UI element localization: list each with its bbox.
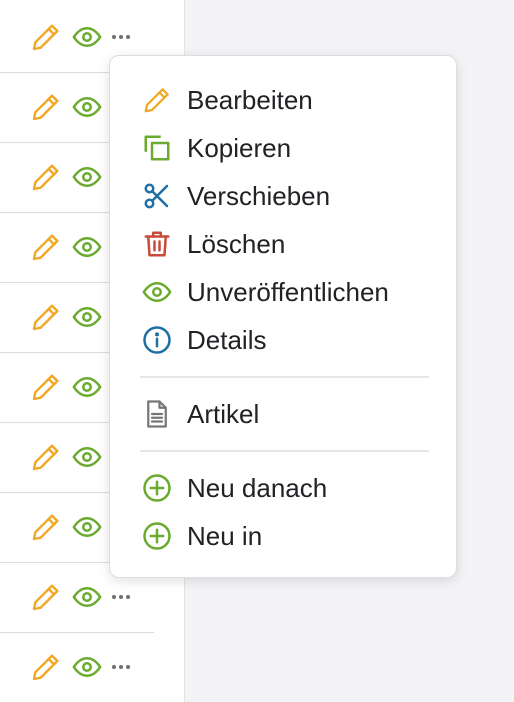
- menu-item-label: Neu danach: [187, 472, 328, 503]
- list-row: [0, 632, 154, 702]
- pencil-icon[interactable]: [30, 562, 62, 632]
- menu-item-label: Verschieben: [187, 180, 331, 211]
- pencil-icon[interactable]: [30, 212, 62, 282]
- eye-icon[interactable]: [72, 142, 102, 212]
- menu-item-copy[interactable]: Kopieren: [142, 126, 442, 170]
- eye-icon[interactable]: [72, 562, 102, 632]
- menu-item-label: Unveröffentlichen: [187, 276, 389, 307]
- pencil-icon[interactable]: [30, 352, 62, 422]
- menu-item-label: Neu in: [187, 520, 263, 551]
- pencil-icon[interactable]: [30, 142, 62, 212]
- eye-icon[interactable]: [72, 632, 102, 702]
- menu-item-delete[interactable]: Löschen: [142, 222, 442, 266]
- pencil-icon[interactable]: [30, 492, 62, 562]
- pencil-icon[interactable]: [30, 422, 62, 492]
- eye-icon[interactable]: [72, 2, 102, 72]
- copy-icon: [142, 133, 172, 163]
- eye-icon[interactable]: [72, 492, 102, 562]
- context-menu: Bearbeiten Kopieren Verschieben Löschen …: [109, 55, 457, 578]
- eye-icon[interactable]: [72, 352, 102, 422]
- eye-icon: [142, 277, 172, 307]
- eye-icon[interactable]: [72, 212, 102, 282]
- pencil-icon[interactable]: [30, 72, 62, 142]
- menu-item-new-in[interactable]: Neu in: [142, 514, 442, 558]
- menu-divider: [140, 376, 429, 378]
- scissors-icon: [142, 181, 172, 211]
- menu-item-edit[interactable]: Bearbeiten: [142, 78, 442, 122]
- menu-item-label: Artikel: [187, 398, 260, 429]
- menu-item-label: Bearbeiten: [187, 84, 313, 115]
- menu-item-new-after[interactable]: Neu danach: [142, 466, 442, 510]
- menu-item-move[interactable]: Verschieben: [142, 174, 442, 218]
- plus-circle-icon: [142, 473, 172, 503]
- menu-item-label: Löschen: [187, 228, 286, 259]
- pencil-icon: [142, 85, 172, 115]
- eye-icon[interactable]: [72, 72, 102, 142]
- menu-item-details[interactable]: Details: [142, 318, 442, 362]
- pencil-icon[interactable]: [30, 632, 62, 702]
- more-icon[interactable]: [112, 632, 133, 702]
- plus-circle-icon: [142, 521, 172, 551]
- pencil-icon[interactable]: [30, 282, 62, 352]
- document-icon: [142, 399, 172, 429]
- trash-icon: [142, 229, 172, 259]
- info-icon: [142, 325, 172, 355]
- menu-divider: [140, 450, 429, 452]
- eye-icon[interactable]: [72, 422, 102, 492]
- menu-item-article[interactable]: Artikel: [142, 392, 442, 436]
- pencil-icon[interactable]: [30, 2, 62, 72]
- menu-item-label: Details: [187, 324, 267, 355]
- menu-item-unpublish[interactable]: Unveröffentlichen: [142, 270, 442, 314]
- menu-item-label: Kopieren: [187, 132, 292, 163]
- eye-icon[interactable]: [72, 282, 102, 352]
